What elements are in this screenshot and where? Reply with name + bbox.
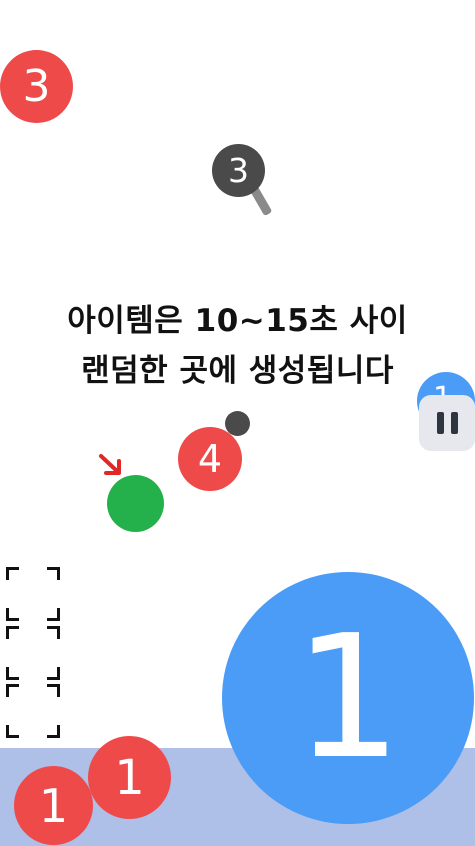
tutorial-line-1: 아이템은 10~15초 사이 [67, 303, 408, 339]
magnifier-icon: 3 [212, 144, 265, 197]
tutorial-text: 아이템은 10~15초 사이 랜덤한 곳에 생성됩니다 [0, 296, 475, 396]
red-ball-1b: 1 [14, 766, 93, 845]
player-ball[interactable] [107, 475, 164, 532]
red-ball-1a: 1 [88, 736, 171, 819]
red-ball-3: 3 [0, 50, 73, 123]
corner-bracket-icon [6, 567, 60, 621]
magnifier-item[interactable]: 3 [212, 144, 273, 224]
arrow-icon [99, 454, 121, 475]
tutorial-line-2: 랜덤한 곳에 생성됩니다 [81, 353, 394, 389]
pause-icon [436, 412, 444, 434]
red-ball-4: 4 [178, 427, 242, 491]
pause-icon-bar [450, 412, 458, 434]
big-blue-ball: 1 [222, 572, 474, 824]
pause-button[interactable] [419, 395, 475, 451]
corner-bracket-icon [6, 626, 60, 680]
corner-bracket-icon [6, 684, 60, 738]
